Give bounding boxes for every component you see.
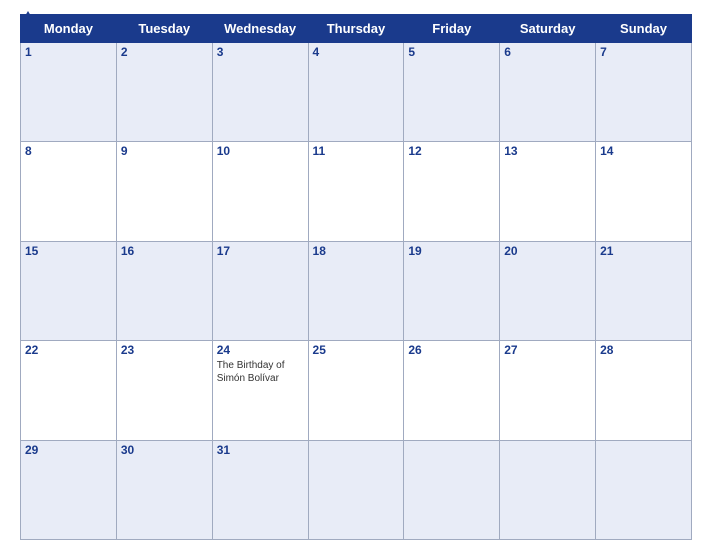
calendar-cell: 3	[212, 43, 308, 142]
calendar-cell: 31	[212, 440, 308, 539]
calendar-cell: 21	[596, 241, 692, 340]
calendar-cell: 12	[404, 142, 500, 241]
weekday-header-saturday: Saturday	[500, 15, 596, 43]
day-number: 12	[408, 144, 495, 158]
calendar-week-row: 89 10 11 12 13 14	[21, 142, 692, 241]
calendar-cell: 16	[116, 241, 212, 340]
calendar-cell: 29	[21, 440, 117, 539]
logo-blue-text	[20, 10, 34, 21]
calendar-cell: 2	[116, 43, 212, 142]
calendar-cell: 30	[116, 440, 212, 539]
day-number: 27	[504, 343, 591, 357]
day-number: 26	[408, 343, 495, 357]
calendar-cell: 23	[116, 341, 212, 440]
day-number: 5	[408, 45, 495, 59]
day-number: 31	[217, 443, 304, 457]
day-number: 16	[121, 244, 208, 258]
calendar-cell: 15	[21, 241, 117, 340]
calendar-cell: 22	[21, 341, 117, 440]
day-number: 19	[408, 244, 495, 258]
calendar-cell: 24 The Birthday of Simón Bolívar	[212, 341, 308, 440]
day-number: 8	[25, 144, 112, 158]
calendar-body: 123456789101112131415161718192021222324T…	[21, 43, 692, 540]
weekday-header-row: MondayTuesdayWednesdayThursdayFridaySatu…	[21, 15, 692, 43]
calendar-cell	[596, 440, 692, 539]
day-number: 22	[25, 343, 112, 357]
calendar-cell: 19	[404, 241, 500, 340]
weekday-header-thursday: Thursday	[308, 15, 404, 43]
day-number: 18	[313, 244, 400, 258]
calendar-cell: 26	[404, 341, 500, 440]
calendar-cell: 9	[116, 142, 212, 241]
calendar-cell: 4	[308, 43, 404, 142]
calendar-cell: 6	[500, 43, 596, 142]
calendar-week-row: 29 30 31	[21, 440, 692, 539]
calendar-cell: 10	[212, 142, 308, 241]
calendar-week-row: 15 16 17 18 19 20 21	[21, 241, 692, 340]
calendar-cell: 25	[308, 341, 404, 440]
day-number: 13	[504, 144, 591, 158]
day-number: 6	[504, 45, 591, 59]
logo	[20, 10, 34, 21]
weekday-header-sunday: Sunday	[596, 15, 692, 43]
day-number: 2	[121, 45, 208, 59]
calendar-cell: 1	[21, 43, 117, 142]
calendar-cell: 13	[500, 142, 596, 241]
day-number: 30	[121, 443, 208, 457]
weekday-header-wednesday: Wednesday	[212, 15, 308, 43]
day-number: 20	[504, 244, 591, 258]
weekday-header-monday: Monday	[21, 15, 117, 43]
calendar-week-row: 22 23 24 The Birthday of Simón Bolívar 25 26 2…	[21, 341, 692, 440]
day-number: 15	[25, 244, 112, 258]
calendar-cell	[500, 440, 596, 539]
day-number: 28	[600, 343, 687, 357]
day-number: 25	[313, 343, 400, 357]
calendar-cell: 5	[404, 43, 500, 142]
logo-triangle-icon	[22, 11, 34, 21]
calendar-cell	[308, 440, 404, 539]
calendar-cell: 27	[500, 341, 596, 440]
day-number: 4	[313, 45, 400, 59]
day-number: 7	[600, 45, 687, 59]
weekday-header-friday: Friday	[404, 15, 500, 43]
day-number: 24	[217, 343, 304, 357]
calendar-week-row: 1234567	[21, 43, 692, 142]
day-number: 3	[217, 45, 304, 59]
calendar-cell: 18	[308, 241, 404, 340]
day-number: 10	[217, 144, 304, 158]
calendar-cell: 28	[596, 341, 692, 440]
calendar-cell: 14	[596, 142, 692, 241]
day-number: 9	[121, 144, 208, 158]
calendar-cell: 20	[500, 241, 596, 340]
day-number: 11	[313, 144, 400, 158]
day-number: 29	[25, 443, 112, 457]
event-label: The Birthday of Simón Bolívar	[217, 359, 304, 385]
day-number: 21	[600, 244, 687, 258]
calendar-cell: 11	[308, 142, 404, 241]
calendar-cell: 7	[596, 43, 692, 142]
calendar-cell: 8	[21, 142, 117, 241]
day-number: 23	[121, 343, 208, 357]
day-number: 17	[217, 244, 304, 258]
day-number: 1	[25, 45, 112, 59]
calendar-table: MondayTuesdayWednesdayThursdayFridaySatu…	[20, 14, 692, 540]
weekday-header-tuesday: Tuesday	[116, 15, 212, 43]
calendar-cell	[404, 440, 500, 539]
calendar-cell: 17	[212, 241, 308, 340]
day-number: 14	[600, 144, 687, 158]
